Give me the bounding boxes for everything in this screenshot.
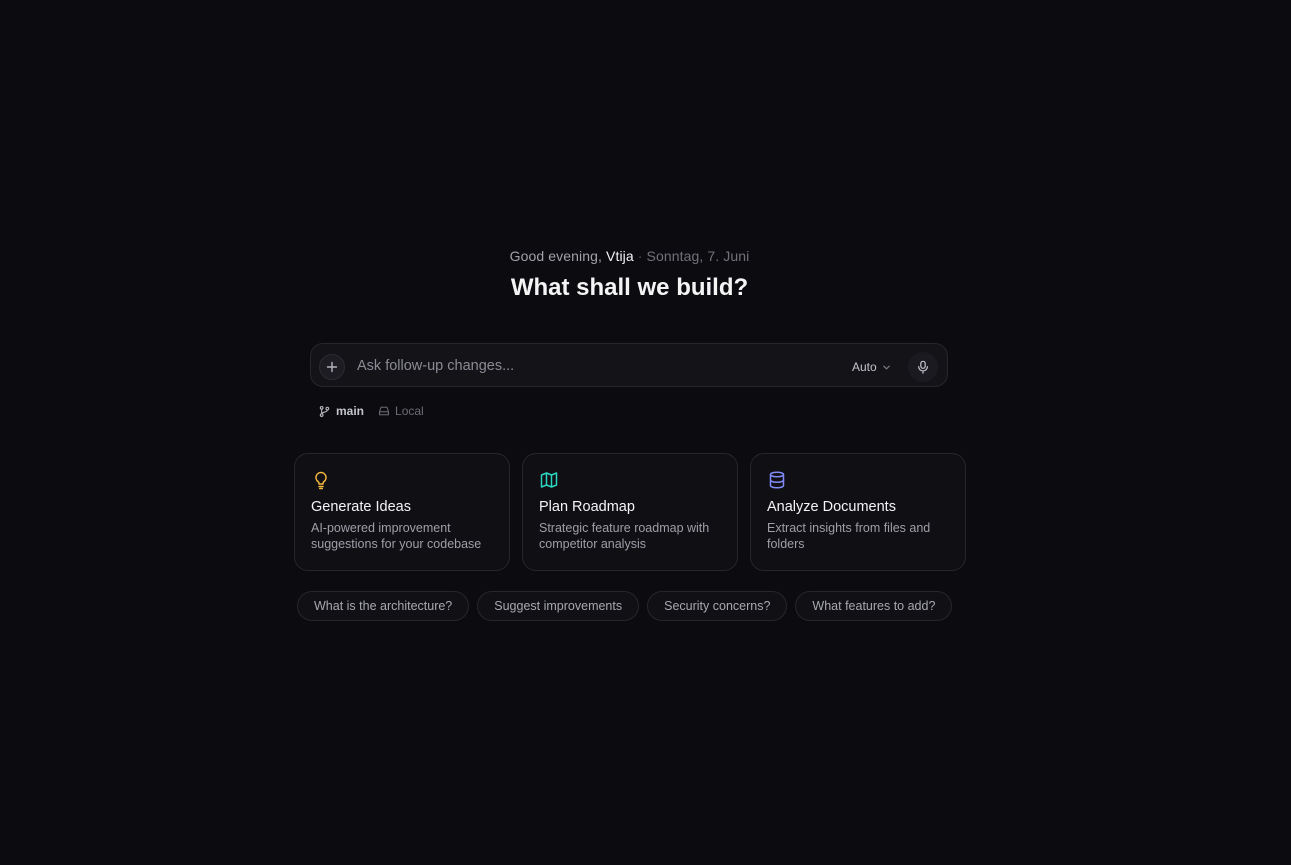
branch-selector[interactable]: main [318, 404, 364, 418]
generate-ideas-card[interactable]: Generate Ideas AI-powered improvement su… [294, 453, 510, 571]
plus-icon [326, 361, 338, 373]
analyze-documents-card[interactable]: Analyze Documents Extract insights from … [750, 453, 966, 571]
microphone-icon [918, 360, 928, 374]
workspace-meta: main Local [318, 403, 424, 419]
lightbulb-icon [315, 471, 327, 490]
card-title: Plan Roadmap [539, 499, 635, 515]
prompt-input[interactable] [357, 354, 817, 378]
model-selector-label: Auto [852, 360, 877, 374]
environment-selector[interactable]: Local [378, 404, 424, 418]
card-description: Strategic feature roadmap with competito… [539, 521, 710, 551]
greeting-line: Good evening, Vtija · Sonntag, 7. Juni [0, 248, 1259, 264]
chevron-down-icon [882, 365, 890, 369]
database-icon [769, 471, 785, 489]
voice-input-button[interactable] [908, 352, 938, 382]
git-branch-icon [319, 405, 330, 417]
greeting-prefix: Good evening, [509, 248, 603, 264]
action-cards: Generate Ideas AI-powered improvement su… [294, 453, 966, 571]
prompt-composer: Auto [310, 343, 948, 387]
branch-name: main [336, 404, 365, 418]
suggestion-chip-security[interactable]: Security concerns? [647, 591, 788, 621]
greeting-separator: · [637, 248, 643, 264]
card-description: AI-powered improvement suggestions for y… [311, 521, 482, 551]
suggestion-chip-improvements[interactable]: Suggest improvements [477, 591, 640, 621]
plan-roadmap-card[interactable]: Plan Roadmap Strategic feature roadmap w… [522, 453, 738, 571]
environment-label: Local [395, 404, 424, 418]
page-title: What shall we build? [510, 274, 749, 301]
suggestion-chip-architecture[interactable]: What is the architecture? [297, 591, 470, 621]
model-selector[interactable]: Auto [852, 358, 891, 376]
user-name: Vtija [606, 248, 634, 264]
card-title: Analyze Documents [767, 499, 896, 515]
suggestion-chips: What is the architecture? Suggest improv… [297, 591, 953, 621]
add-attachment-button[interactable] [319, 354, 345, 380]
suggestion-chip-features[interactable]: What features to add? [795, 591, 953, 621]
hard-drive-icon [378, 406, 390, 416]
card-title: Generate Ideas [311, 499, 411, 515]
card-description: Extract insights from files and folders [767, 521, 931, 551]
page: Good evening, Vtija · Sonntag, 7. Juni Wha… [0, 0, 1291, 865]
current-date: Sonntag, 7. Juni [646, 248, 750, 264]
map-icon [540, 472, 558, 488]
